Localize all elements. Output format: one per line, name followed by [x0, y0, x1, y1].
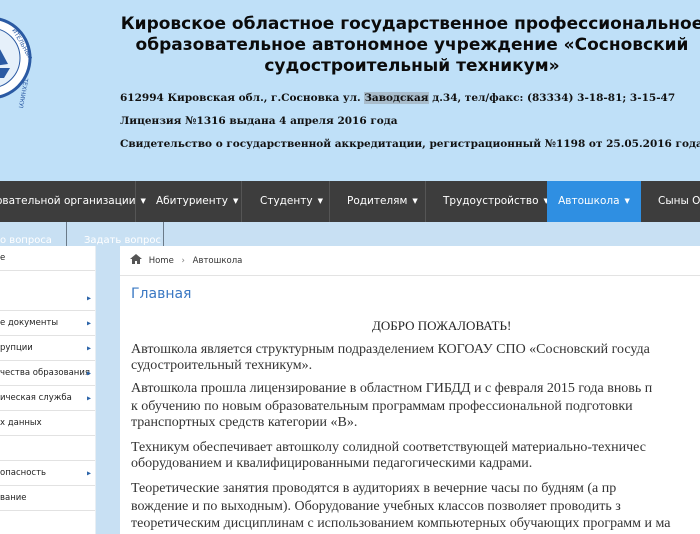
nav-item-sons-of-fatherland[interactable]: Сыны Оте	[658, 181, 700, 222]
sidebar-header: е	[0, 246, 96, 271]
nav-item-applicant[interactable]: Абитуриенту ▼	[156, 181, 238, 222]
nav-item-label: овательной организации	[0, 195, 136, 207]
layout-gutter	[96, 246, 120, 534]
home-icon	[130, 254, 142, 264]
nav-item-label: Автошкола	[558, 195, 620, 207]
institution-title: Кировское областное государственное проф…	[112, 14, 700, 77]
nav-item-label: Абитуриенту	[156, 195, 228, 207]
sidebar-item[interactable]: рупции ▸	[0, 336, 96, 361]
address-line: 612994 Кировская обл., г.Сосновка ул. За…	[120, 92, 675, 104]
caret-down-icon: ▼	[140, 197, 146, 205]
sidebar-item[interactable]: вание	[0, 486, 96, 511]
nav-item-parents[interactable]: Родителям ▼	[347, 181, 418, 222]
breadcrumb-home[interactable]: Home	[149, 256, 174, 266]
breadcrumb-separator-icon: ›	[181, 256, 185, 266]
sidebar-item-label: е документы	[0, 318, 59, 328]
paragraph-line: к обучению по новым образовательным прог…	[131, 399, 633, 414]
sidebar-item-label: опасность	[0, 468, 47, 478]
nav-item-organization[interactable]: овательной организации ▼	[0, 181, 146, 222]
paragraph-line: транспортных средств категории «В».	[131, 415, 358, 430]
address-highlight: Заводская	[364, 92, 429, 104]
sidebar-item-label: х данных	[0, 418, 42, 428]
paragraph-line: Автошкола прошла лицензирование в област…	[131, 381, 653, 396]
paragraph-line: теоретическим дисциплинам с использовани…	[131, 516, 671, 531]
page-title: Главная	[131, 286, 192, 302]
subtab-question-status[interactable]: о вопроса	[0, 235, 52, 246]
license-line: Лицензия №1316 выдана 4 апреля 2016 года	[120, 115, 398, 127]
nav-item-label: Трудоустройство	[443, 195, 539, 207]
arrow-right-icon: ▸	[86, 343, 91, 353]
address-text: 612994 Кировская обл., г.Сосновка ул.	[120, 92, 365, 104]
nav-divider	[241, 181, 242, 222]
arrow-right-icon: ▸	[86, 318, 91, 328]
sidebar-item[interactable]	[0, 436, 96, 461]
sidebar-item-label: рупции	[0, 343, 33, 353]
nav-divider	[329, 181, 330, 222]
subtab-ask-question[interactable]: Задать вопрос	[84, 235, 161, 246]
sidebar-item[interactable]: е документы ▸	[0, 311, 96, 336]
sidebar: е ▸ е документы ▸ рупции ▸ чества образова…	[0, 246, 96, 534]
caret-down-icon: ▼	[232, 197, 239, 205]
paragraph-line: Техникум обеспечивает автошколу солидной…	[131, 440, 646, 455]
nav-item-employment[interactable]: Трудоустройство▼	[443, 181, 549, 222]
paragraph-line: оборудованием и квалифицированными педаг…	[131, 456, 533, 471]
nav-item-label: Студенту	[260, 195, 313, 207]
main-nav: овательной организации ▼ Абитуриенту ▼ Сту…	[0, 181, 700, 222]
nav-item-label: Сыны Оте	[658, 195, 700, 207]
title-line-2: образовательное автономное учреждение «С…	[135, 35, 689, 55]
caret-down-icon: ▼	[412, 197, 418, 205]
nav-divider	[135, 181, 136, 222]
breadcrumb: Home › Автошкола	[130, 254, 242, 266]
nav-item-label: Родителям	[347, 195, 408, 207]
sidebar-item[interactable]: ▸	[0, 286, 96, 311]
welcome-heading: ДОБРО ПОЖАЛОВАТЬ!	[372, 318, 512, 333]
arrow-right-icon: ▸	[86, 293, 91, 303]
sidebar-item-label: чества образования	[0, 368, 90, 378]
paragraph-line: вождение и по выходным). Оборудование уч…	[131, 499, 621, 514]
sidebar-item[interactable]: чества образования ▸	[0, 361, 96, 386]
sidebar-item[interactable]: опасность ▸	[0, 461, 96, 486]
nav-item-student[interactable]: Студенту ▼	[260, 181, 323, 222]
sidebar-item-label: ическая служба	[0, 393, 72, 403]
arrow-right-icon: ▸	[86, 393, 91, 403]
sidebar-item[interactable]: ическая служба ▸	[0, 386, 96, 411]
paragraph-line: Теоретические занятия проводятся в аудит…	[131, 481, 617, 496]
title-line-1: Кировское областное государственное проф…	[120, 14, 700, 34]
arrow-right-icon: ▸	[86, 368, 91, 378]
accreditation-line: Свидетельство о государственной аккредит…	[120, 138, 700, 150]
caret-down-icon: ▼	[624, 197, 630, 205]
paragraph-line: Автошкола является структурным подраздел…	[131, 342, 650, 357]
sidebar-item[interactable]: х данных	[0, 411, 96, 436]
site-header: ИТЕЛЬНЫЙ ТЕХНИКУМ Кировское областное го…	[0, 0, 700, 181]
sidebar-item-label: вание	[0, 493, 27, 503]
nav-item-driving-school[interactable]: Автошкола ▼	[547, 181, 641, 222]
sidebar-header-label: е	[0, 253, 6, 263]
college-logo-icon: ИТЕЛЬНЫЙ ТЕХНИКУМ	[0, 17, 32, 108]
breadcrumb-divider	[120, 275, 700, 276]
address-rest: д.34, тел/факс: (83334) 3-18-81; 3-15-47	[428, 92, 676, 104]
breadcrumb-current: Автошкола	[192, 256, 243, 266]
arrow-right-icon: ▸	[86, 468, 91, 478]
nav-divider	[425, 181, 426, 222]
caret-down-icon: ▼	[317, 197, 323, 205]
title-line-3: судостроительный техникум»	[264, 56, 560, 76]
paragraph-line: судостроительный техникум».	[131, 358, 313, 373]
